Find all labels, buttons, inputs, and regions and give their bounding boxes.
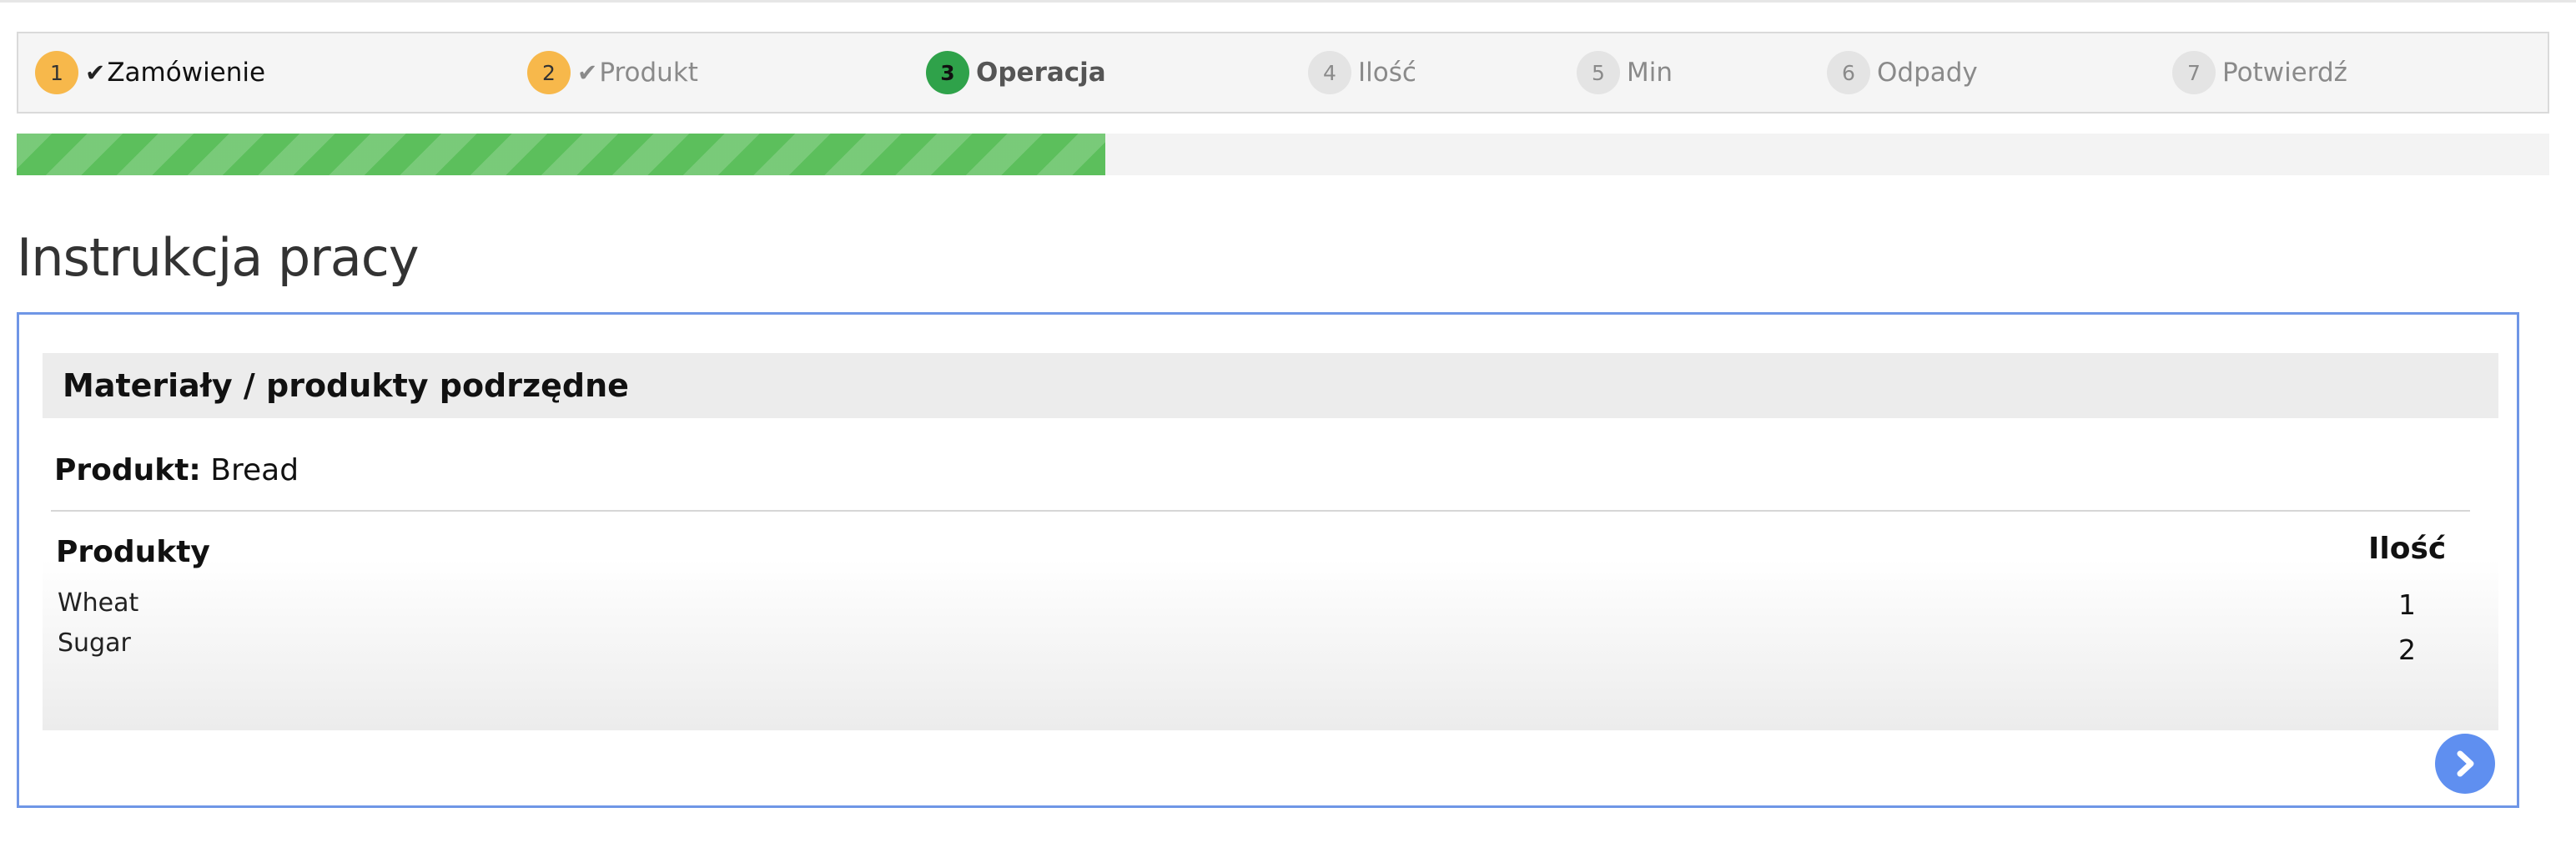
step-number: 1 — [35, 51, 78, 94]
step-number: 7 — [2172, 51, 2216, 94]
wizard-step-6[interactable]: 6 Odpady — [1827, 33, 1978, 112]
step-label: Potwierdź — [2222, 58, 2347, 88]
wizard-step-2[interactable]: 2 ✔ Produkt — [527, 33, 698, 112]
materials-content: Produkt: Bread Produkty Ilość Wheat 1 Su… — [43, 418, 2498, 730]
table-row-product: Wheat — [58, 588, 139, 618]
panel-header: Materiały / produkty podrzędne — [43, 353, 2498, 418]
check-icon: ✔ — [85, 58, 106, 87]
work-instruction-panel: Materiały / produkty podrzędne Produkt: … — [17, 312, 2519, 808]
step-number: 6 — [1827, 51, 1870, 94]
product-line: Produkt: Bread — [54, 453, 299, 487]
table-row-product: Sugar — [58, 628, 131, 658]
page-title: Instrukcja pracy — [17, 227, 420, 288]
wizard-step-3[interactable]: 3 Operacja — [926, 33, 1106, 112]
divider — [51, 510, 2470, 512]
top-rule — [0, 0, 2576, 3]
step-number: 3 — [926, 51, 969, 94]
progress-fill — [17, 134, 1106, 175]
chevron-right-icon — [2457, 750, 2474, 777]
step-number: 5 — [1577, 51, 1620, 94]
next-button[interactable] — [2435, 734, 2495, 794]
step-label: Zamówienie — [107, 58, 266, 88]
table-row-qty: 2 — [2398, 633, 2416, 666]
wizard-step-4[interactable]: 4 Ilość — [1308, 33, 1416, 112]
step-number: 4 — [1308, 51, 1351, 94]
wizard-steps: 1 ✔ Zamówienie 2 ✔ Produkt 3 Operacja 4 … — [17, 32, 2549, 114]
progress-bar — [17, 134, 2549, 175]
column-header-qty: Ilość — [2368, 532, 2447, 566]
step-number: 2 — [527, 51, 571, 94]
product-label: Produkt: — [54, 453, 201, 487]
wizard-step-1[interactable]: 1 ✔ Zamówienie — [35, 33, 265, 112]
step-label: Min — [1627, 58, 1673, 88]
wizard-step-7[interactable]: 7 Potwierdź — [2172, 33, 2347, 112]
check-icon: ✔ — [577, 58, 598, 87]
table-row-qty: 1 — [2398, 588, 2416, 621]
product-value: Bread — [210, 453, 299, 487]
step-label: Produkt — [599, 58, 698, 88]
column-header-products: Produkty — [56, 535, 210, 569]
wizard-step-5[interactable]: 5 Min — [1577, 33, 1673, 112]
step-label: Ilość — [1358, 58, 1416, 88]
step-label: Operacja — [976, 58, 1106, 88]
step-label: Odpady — [1877, 58, 1978, 88]
